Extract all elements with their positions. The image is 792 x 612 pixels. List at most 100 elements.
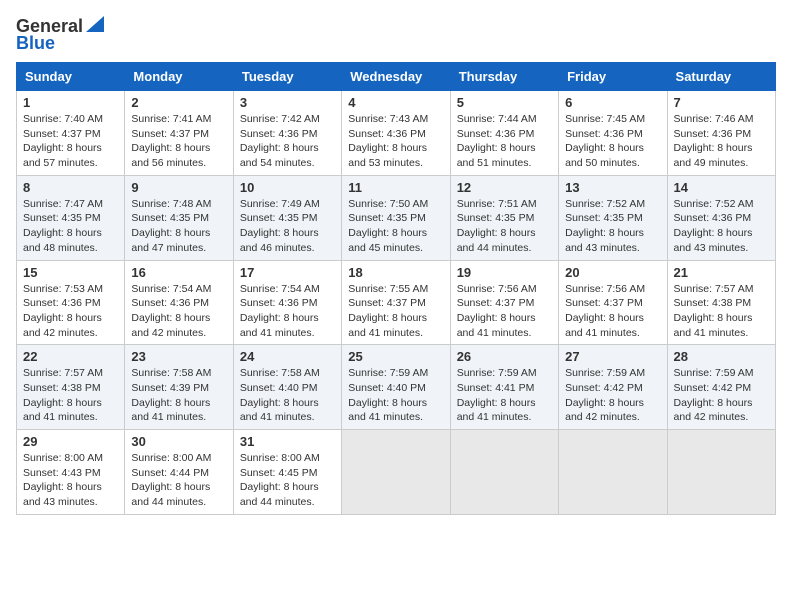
day-number: 19 bbox=[457, 265, 552, 280]
day-number: 26 bbox=[457, 349, 552, 364]
day-number: 9 bbox=[131, 180, 226, 195]
day-info: Sunrise: 8:00 AMSunset: 4:44 PMDaylight:… bbox=[131, 451, 226, 510]
day-info: Sunrise: 7:49 AMSunset: 4:35 PMDaylight:… bbox=[240, 197, 335, 256]
day-info: Sunrise: 7:58 AMSunset: 4:39 PMDaylight:… bbox=[131, 366, 226, 425]
day-number: 7 bbox=[674, 95, 769, 110]
calendar-cell: 9 Sunrise: 7:48 AMSunset: 4:35 PMDaylight… bbox=[125, 175, 233, 260]
calendar-cell: 1 Sunrise: 7:40 AMSunset: 4:37 PMDaylight… bbox=[17, 91, 125, 176]
calendar-cell: 3 Sunrise: 7:42 AMSunset: 4:36 PMDaylight… bbox=[233, 91, 341, 176]
day-number: 11 bbox=[348, 180, 443, 195]
calendar-cell: 22 Sunrise: 7:57 AMSunset: 4:38 PMDayligh… bbox=[17, 345, 125, 430]
day-number: 4 bbox=[348, 95, 443, 110]
calendar-cell: 13 Sunrise: 7:52 AMSunset: 4:35 PMDayligh… bbox=[559, 175, 667, 260]
day-info: Sunrise: 7:57 AMSunset: 4:38 PMDaylight:… bbox=[23, 366, 118, 425]
day-info: Sunrise: 7:41 AMSunset: 4:37 PMDaylight:… bbox=[131, 112, 226, 171]
day-number: 12 bbox=[457, 180, 552, 195]
day-info: Sunrise: 7:53 AMSunset: 4:36 PMDaylight:… bbox=[23, 282, 118, 341]
day-info: Sunrise: 7:51 AMSunset: 4:35 PMDaylight:… bbox=[457, 197, 552, 256]
calendar-week-row: 1 Sunrise: 7:40 AMSunset: 4:37 PMDaylight… bbox=[17, 91, 776, 176]
day-number: 31 bbox=[240, 434, 335, 449]
day-info: Sunrise: 8:00 AMSunset: 4:45 PMDaylight:… bbox=[240, 451, 335, 510]
col-header-friday: Friday bbox=[559, 63, 667, 91]
calendar-cell bbox=[342, 430, 450, 515]
calendar-cell: 31 Sunrise: 8:00 AMSunset: 4:45 PMDayligh… bbox=[233, 430, 341, 515]
calendar-cell: 16 Sunrise: 7:54 AMSunset: 4:36 PMDayligh… bbox=[125, 260, 233, 345]
calendar-cell: 26Sunrise: 7:59 AMSunset: 4:41 PMDayligh… bbox=[450, 345, 558, 430]
calendar-cell: 8Sunrise: 7:47 AMSunset: 4:35 PMDaylight… bbox=[17, 175, 125, 260]
calendar-cell: 2Sunrise: 7:41 AMSunset: 4:37 PMDaylight… bbox=[125, 91, 233, 176]
day-number: 1 bbox=[23, 95, 118, 110]
calendar-week-row: 8Sunrise: 7:47 AMSunset: 4:35 PMDaylight… bbox=[17, 175, 776, 260]
calendar-cell bbox=[559, 430, 667, 515]
calendar-cell bbox=[450, 430, 558, 515]
day-number: 29 bbox=[23, 434, 118, 449]
calendar-cell: 23 Sunrise: 7:58 AMSunset: 4:39 PMDayligh… bbox=[125, 345, 233, 430]
calendar-header-row: SundayMondayTuesdayWednesdayThursdayFrid… bbox=[17, 63, 776, 91]
day-number: 20 bbox=[565, 265, 660, 280]
day-number: 17 bbox=[240, 265, 335, 280]
day-number: 22 bbox=[23, 349, 118, 364]
day-number: 28 bbox=[674, 349, 769, 364]
calendar-cell: 7 Sunrise: 7:46 AMSunset: 4:36 PMDaylight… bbox=[667, 91, 775, 176]
calendar-week-row: 22 Sunrise: 7:57 AMSunset: 4:38 PMDayligh… bbox=[17, 345, 776, 430]
calendar-cell: 18Sunrise: 7:55 AMSunset: 4:37 PMDayligh… bbox=[342, 260, 450, 345]
calendar-cell: 12 Sunrise: 7:51 AMSunset: 4:35 PMDayligh… bbox=[450, 175, 558, 260]
day-info: Sunrise: 7:54 AMSunset: 4:36 PMDaylight:… bbox=[131, 282, 226, 341]
calendar-cell: 14Sunrise: 7:52 AMSunset: 4:36 PMDayligh… bbox=[667, 175, 775, 260]
calendar-table: SundayMondayTuesdayWednesdayThursdayFrid… bbox=[16, 62, 776, 515]
calendar-week-row: 15Sunrise: 7:53 AMSunset: 4:36 PMDayligh… bbox=[17, 260, 776, 345]
day-number: 10 bbox=[240, 180, 335, 195]
day-number: 3 bbox=[240, 95, 335, 110]
day-number: 21 bbox=[674, 265, 769, 280]
day-number: 27 bbox=[565, 349, 660, 364]
day-info: Sunrise: 7:40 AMSunset: 4:37 PMDaylight:… bbox=[23, 112, 118, 171]
calendar-cell: 17 Sunrise: 7:54 AMSunset: 4:36 PMDayligh… bbox=[233, 260, 341, 345]
day-number: 5 bbox=[457, 95, 552, 110]
day-number: 6 bbox=[565, 95, 660, 110]
calendar-cell: 15Sunrise: 7:53 AMSunset: 4:36 PMDayligh… bbox=[17, 260, 125, 345]
calendar-cell: 19Sunrise: 7:56 AMSunset: 4:37 PMDayligh… bbox=[450, 260, 558, 345]
col-header-wednesday: Wednesday bbox=[342, 63, 450, 91]
day-number: 13 bbox=[565, 180, 660, 195]
day-number: 16 bbox=[131, 265, 226, 280]
day-info: Sunrise: 7:59 AMSunset: 4:42 PMDaylight:… bbox=[674, 366, 769, 425]
day-number: 25 bbox=[348, 349, 443, 364]
day-number: 14 bbox=[674, 180, 769, 195]
day-number: 30 bbox=[131, 434, 226, 449]
calendar-cell: 10 Sunrise: 7:49 AMSunset: 4:35 PMDayligh… bbox=[233, 175, 341, 260]
logo-blue-text: Blue bbox=[16, 33, 55, 54]
calendar-cell: 6 Sunrise: 7:45 AMSunset: 4:36 PMDaylight… bbox=[559, 91, 667, 176]
calendar-cell: 28 Sunrise: 7:59 AMSunset: 4:42 PMDayligh… bbox=[667, 345, 775, 430]
day-number: 18 bbox=[348, 265, 443, 280]
day-info: Sunrise: 7:58 AMSunset: 4:40 PMDaylight:… bbox=[240, 366, 335, 425]
calendar-cell: 20 Sunrise: 7:56 AMSunset: 4:37 PMDayligh… bbox=[559, 260, 667, 345]
header: General Blue bbox=[16, 16, 776, 54]
day-number: 8 bbox=[23, 180, 118, 195]
calendar-cell: 4Sunrise: 7:43 AMSunset: 4:36 PMDaylight… bbox=[342, 91, 450, 176]
calendar-cell: 11 Sunrise: 7:50 AMSunset: 4:35 PMDayligh… bbox=[342, 175, 450, 260]
day-info: Sunrise: 7:44 AMSunset: 4:36 PMDaylight:… bbox=[457, 112, 552, 171]
day-info: Sunrise: 7:50 AMSunset: 4:35 PMDaylight:… bbox=[348, 197, 443, 256]
day-number: 24 bbox=[240, 349, 335, 364]
day-info: Sunrise: 7:54 AMSunset: 4:36 PMDaylight:… bbox=[240, 282, 335, 341]
day-info: Sunrise: 7:42 AMSunset: 4:36 PMDaylight:… bbox=[240, 112, 335, 171]
logo: General Blue bbox=[16, 16, 104, 54]
calendar-cell: 30 Sunrise: 8:00 AMSunset: 4:44 PMDayligh… bbox=[125, 430, 233, 515]
day-info: Sunrise: 7:57 AMSunset: 4:38 PMDaylight:… bbox=[674, 282, 769, 341]
day-info: Sunrise: 7:46 AMSunset: 4:36 PMDaylight:… bbox=[674, 112, 769, 171]
calendar-week-row: 29 Sunrise: 8:00 AMSunset: 4:43 PMDayligh… bbox=[17, 430, 776, 515]
calendar-cell: 29 Sunrise: 8:00 AMSunset: 4:43 PMDayligh… bbox=[17, 430, 125, 515]
day-info: Sunrise: 8:00 AMSunset: 4:43 PMDaylight:… bbox=[23, 451, 118, 510]
day-info: Sunrise: 7:56 AMSunset: 4:37 PMDaylight:… bbox=[565, 282, 660, 341]
day-info: Sunrise: 7:59 AMSunset: 4:40 PMDaylight:… bbox=[348, 366, 443, 425]
calendar-cell: 24 Sunrise: 7:58 AMSunset: 4:40 PMDayligh… bbox=[233, 345, 341, 430]
col-header-thursday: Thursday bbox=[450, 63, 558, 91]
day-info: Sunrise: 7:52 AMSunset: 4:35 PMDaylight:… bbox=[565, 197, 660, 256]
logo-triangle-icon bbox=[86, 16, 104, 37]
day-info: Sunrise: 7:59 AMSunset: 4:42 PMDaylight:… bbox=[565, 366, 660, 425]
day-number: 23 bbox=[131, 349, 226, 364]
calendar-cell: 21 Sunrise: 7:57 AMSunset: 4:38 PMDayligh… bbox=[667, 260, 775, 345]
col-header-monday: Monday bbox=[125, 63, 233, 91]
day-info: Sunrise: 7:45 AMSunset: 4:36 PMDaylight:… bbox=[565, 112, 660, 171]
day-info: Sunrise: 7:48 AMSunset: 4:35 PMDaylight:… bbox=[131, 197, 226, 256]
